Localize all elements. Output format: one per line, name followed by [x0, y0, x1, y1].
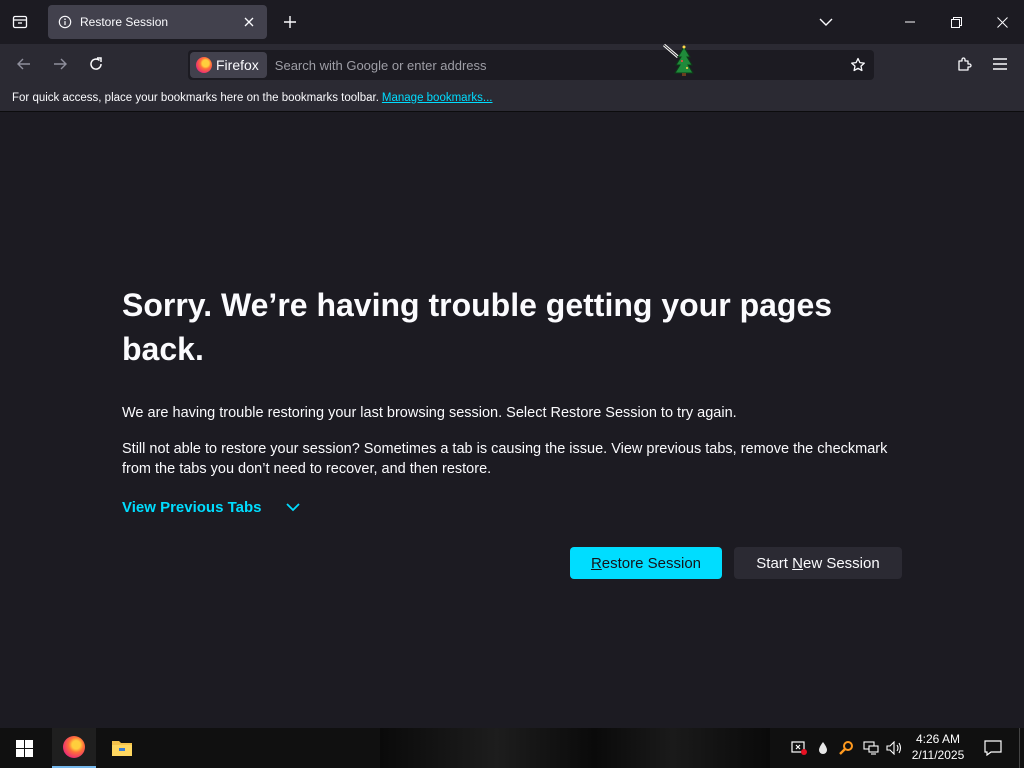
close-icon[interactable]: [241, 14, 257, 30]
new-session-label-suffix: ew Session: [802, 554, 880, 572]
error-description: We are having trouble restoring your las…: [122, 405, 737, 421]
chevron-down-icon: [285, 503, 300, 512]
view-previous-tabs-toggle[interactable]: View Previous Tabs: [122, 499, 300, 516]
restore-session-button[interactable]: Restore Session: [570, 547, 722, 579]
clock-date: 2/11/2025: [911, 748, 965, 762]
clock-time: 4:26 AM: [915, 732, 961, 746]
taskbar-firefox-button[interactable]: [52, 728, 96, 768]
identity-label: Firefox: [216, 57, 259, 73]
christmas-tree-cursor-icon: [662, 43, 698, 77]
view-previous-tabs-label: View Previous Tabs: [122, 499, 262, 516]
extensions-icon[interactable]: [948, 48, 980, 80]
identity-box[interactable]: Firefox: [190, 52, 267, 78]
hamburger-menu-icon[interactable]: [984, 48, 1016, 80]
windows-taskbar: 4:26 AM 2/11/2025: [0, 728, 1024, 768]
back-arrow-icon[interactable]: [8, 48, 40, 80]
file-explorer-icon[interactable]: [100, 728, 144, 768]
droplet-icon[interactable]: [814, 728, 832, 768]
tab-restore-session[interactable]: Restore Session: [48, 5, 267, 39]
restore-accesskey: R: [590, 554, 602, 572]
windows-start-icon[interactable]: [0, 728, 48, 768]
search-key-icon[interactable]: [836, 728, 856, 768]
window-close-icon[interactable]: [980, 0, 1024, 44]
taskbar-background: [380, 728, 770, 768]
url-input[interactable]: Search with Google or enter address: [275, 58, 844, 73]
navigation-toolbar: Firefox Search with Google or enter addr…: [0, 44, 1024, 84]
new-session-accesskey: N: [792, 554, 803, 572]
restore-icon[interactable]: [934, 0, 978, 44]
forward-arrow-icon[interactable]: [44, 48, 76, 80]
tab-title: Restore Session: [80, 15, 169, 29]
tab-strip: Restore Session: [0, 0, 1024, 44]
reload-icon[interactable]: [80, 48, 112, 80]
plus-icon[interactable]: [274, 6, 306, 38]
notification-icon[interactable]: [978, 728, 1008, 768]
page-content: Sorry. We’re having trouble getting your…: [0, 113, 1024, 728]
tab-manager-icon[interactable]: [4, 6, 36, 38]
info-icon: [58, 15, 72, 29]
show-desktop-button[interactable]: [1019, 728, 1024, 768]
taskbar-clock[interactable]: 4:26 AM 2/11/2025: [904, 731, 972, 765]
bookmarks-toolbar: For quick access, place your bookmarks h…: [0, 84, 1024, 112]
url-bar[interactable]: Firefox Search with Google or enter addr…: [188, 50, 874, 80]
restore-label-suffix: estore Session: [601, 554, 702, 572]
chevron-down-icon[interactable]: [810, 6, 842, 38]
new-session-label-prefix: Start: [756, 554, 793, 572]
volume-icon[interactable]: [884, 728, 906, 768]
minimize-icon[interactable]: [888, 0, 932, 44]
manage-bookmarks-link[interactable]: Manage bookmarks...: [382, 92, 493, 104]
bookmarks-message: For quick access, place your bookmarks h…: [12, 91, 379, 104]
error-help-text: Still not able to restore your session? …: [122, 441, 888, 477]
firefox-logo-icon: [63, 736, 85, 758]
firefox-logo-icon: [196, 57, 212, 73]
network-icon[interactable]: [860, 728, 882, 768]
star-icon[interactable]: [844, 51, 872, 79]
page-title: Sorry. We’re having trouble getting your…: [122, 287, 833, 367]
start-new-session-button[interactable]: Start New Session: [734, 547, 902, 579]
security-alert-icon[interactable]: [788, 728, 810, 768]
